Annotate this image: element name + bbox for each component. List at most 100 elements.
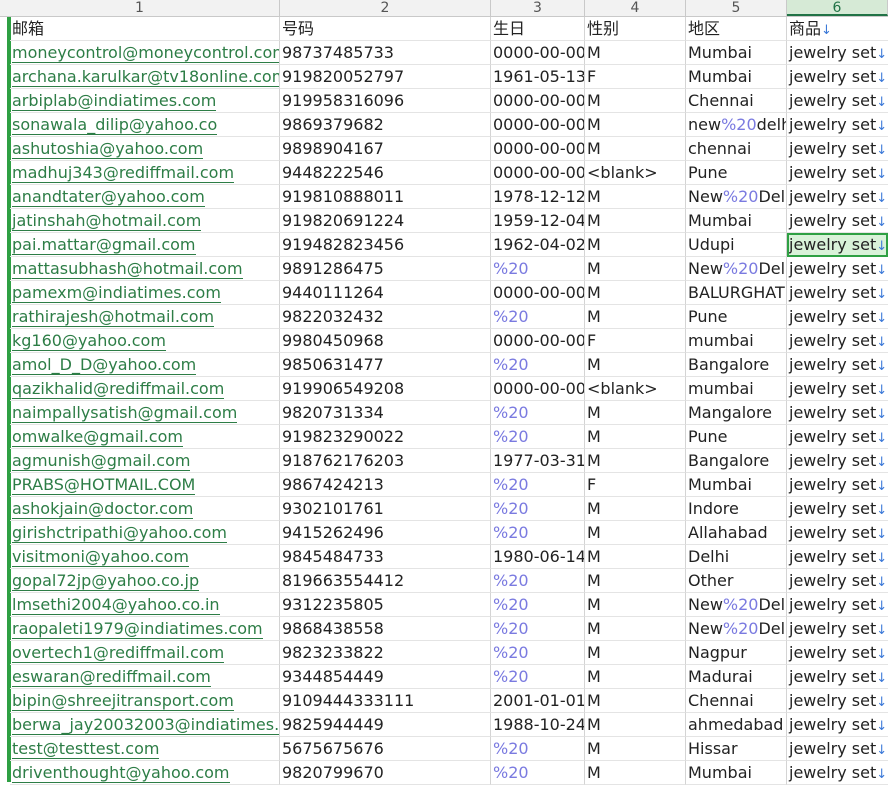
- cell-region[interactable]: Allahabad: [686, 521, 787, 545]
- cell-region[interactable]: New%20Delhi: [686, 257, 787, 281]
- cell-phone[interactable]: 9312235805: [280, 593, 491, 617]
- cell-phone[interactable]: 98737485733: [280, 41, 491, 65]
- cell-birthday[interactable]: %20: [491, 257, 585, 281]
- cell-phone[interactable]: 9898904167: [280, 137, 491, 161]
- email-link[interactable]: berwa_jay20032003@indiatimes.com: [12, 715, 279, 735]
- email-link[interactable]: anandtater@yahoo.com: [12, 187, 205, 207]
- email-link[interactable]: test@testtest.com: [12, 739, 160, 759]
- cell-birthday[interactable]: 0000-00-00: [491, 89, 585, 113]
- email-link[interactable]: kg160@yahoo.com: [12, 331, 166, 351]
- cell-email[interactable]: test@testtest.com: [10, 737, 280, 761]
- email-link[interactable]: pai.mattar@gmail.com: [12, 235, 196, 255]
- cell-gender[interactable]: M: [585, 113, 686, 137]
- cell-email[interactable]: naimpallysatish@gmail.com: [10, 401, 280, 425]
- cell-phone[interactable]: 919810888011: [280, 185, 491, 209]
- cell-email[interactable]: gopal72jp@yahoo.co.jp: [10, 569, 280, 593]
- cell-phone[interactable]: 9867424213: [280, 473, 491, 497]
- filter-arrow-icon[interactable]: ↓: [876, 167, 887, 182]
- cell-region[interactable]: Nagpur: [686, 641, 787, 665]
- filter-arrow-icon[interactable]: ↓: [876, 695, 887, 710]
- cell-gender[interactable]: F: [585, 65, 686, 89]
- cell-birthday[interactable]: 0000-00-00: [491, 137, 585, 161]
- email-link[interactable]: moneycontrol@moneycontrol.com: [12, 43, 279, 63]
- filter-arrow-icon[interactable]: ↓: [876, 359, 887, 374]
- cell-email[interactable]: visitmoni@yahoo.com: [10, 545, 280, 569]
- cell-gender[interactable]: M: [585, 209, 686, 233]
- header-cell-email[interactable]: 邮箱: [10, 17, 280, 41]
- cell-birthday[interactable]: %20: [491, 617, 585, 641]
- cell-product[interactable]: jewelry set↓: [787, 209, 888, 233]
- cell-product[interactable]: jewelry set↓: [787, 473, 888, 497]
- cell-email[interactable]: bipin@shreejitransport.com: [10, 689, 280, 713]
- filter-arrow-icon[interactable]: ↓: [876, 239, 887, 254]
- cell-email[interactable]: raopaleti1979@indiatimes.com: [10, 617, 280, 641]
- cell-region[interactable]: New%20Delhi: [686, 185, 787, 209]
- cell-email[interactable]: arbiplab@indiatimes.com: [10, 89, 280, 113]
- cell-product[interactable]: jewelry set↓: [787, 305, 888, 329]
- cell-birthday[interactable]: 1978-12-12: [491, 185, 585, 209]
- filter-arrow-icon[interactable]: ↓: [876, 575, 887, 590]
- cell-phone[interactable]: 9820731334: [280, 401, 491, 425]
- email-link[interactable]: girishctripathi@yahoo.com: [12, 523, 227, 543]
- cell-product[interactable]: jewelry set↓: [787, 257, 888, 281]
- filter-arrow-icon[interactable]: ↓: [876, 287, 887, 302]
- cell-gender[interactable]: <blank>: [585, 377, 686, 401]
- cell-gender[interactable]: M: [585, 185, 686, 209]
- email-link[interactable]: omwalke@gmail.com: [12, 427, 183, 447]
- cell-product[interactable]: jewelry set↓: [787, 737, 888, 761]
- email-link[interactable]: archana.karulkar@tv18online.com: [12, 67, 279, 87]
- cell-product[interactable]: jewelry set↓: [787, 281, 888, 305]
- cell-product[interactable]: jewelry set↓: [787, 161, 888, 185]
- cell-phone[interactable]: 919906549208: [280, 377, 491, 401]
- email-link[interactable]: driventhought@yahoo.com: [12, 763, 230, 783]
- cell-region[interactable]: Pune: [686, 305, 787, 329]
- cell-email[interactable]: kg160@yahoo.com: [10, 329, 280, 353]
- cell-gender[interactable]: M: [585, 257, 686, 281]
- cell-region[interactable]: Mangalore: [686, 401, 787, 425]
- email-link[interactable]: eswaran@rediffmail.com: [12, 667, 211, 687]
- email-link[interactable]: agmunish@gmail.com: [12, 451, 191, 471]
- cell-phone[interactable]: 9109444333111: [280, 689, 491, 713]
- cell-gender[interactable]: M: [585, 281, 686, 305]
- filter-arrow-icon[interactable]: ↓: [876, 263, 887, 278]
- cell-gender[interactable]: M: [585, 137, 686, 161]
- cell-email[interactable]: sonawala_dilip@yahoo.co: [10, 113, 280, 137]
- filter-arrow-icon[interactable]: ↓: [876, 623, 887, 638]
- cell-product[interactable]: jewelry set↓: [787, 113, 888, 137]
- cell-birthday[interactable]: %20: [491, 569, 585, 593]
- cell-gender[interactable]: F: [585, 473, 686, 497]
- filter-arrow-icon[interactable]: ↓: [876, 215, 887, 230]
- email-link[interactable]: gopal72jp@yahoo.co.jp: [12, 571, 200, 591]
- email-link[interactable]: naimpallysatish@gmail.com: [12, 403, 238, 423]
- cell-phone[interactable]: 9823233822: [280, 641, 491, 665]
- cell-product[interactable]: jewelry set↓: [787, 185, 888, 209]
- cell-gender[interactable]: M: [585, 425, 686, 449]
- cell-gender[interactable]: M: [585, 737, 686, 761]
- cell-phone[interactable]: 9302101761: [280, 497, 491, 521]
- cell-region[interactable]: Mumbai: [686, 761, 787, 785]
- filter-arrow-icon[interactable]: ↓: [876, 671, 887, 686]
- cell-product[interactable]: jewelry set↓: [787, 137, 888, 161]
- cell-email[interactable]: omwalke@gmail.com: [10, 425, 280, 449]
- email-link[interactable]: overtech1@rediffmail.com: [12, 643, 225, 663]
- cell-phone[interactable]: 9822032432: [280, 305, 491, 329]
- cell-email[interactable]: mattasubhash@hotmail.com: [10, 257, 280, 281]
- filter-arrow-icon[interactable]: ↓: [821, 23, 832, 38]
- cell-phone[interactable]: 9415262496: [280, 521, 491, 545]
- cell-product[interactable]: jewelry set↓: [787, 377, 888, 401]
- filter-arrow-icon[interactable]: ↓: [876, 191, 887, 206]
- cell-gender[interactable]: M: [585, 593, 686, 617]
- email-link[interactable]: visitmoni@yahoo.com: [12, 547, 189, 567]
- cell-birthday[interactable]: 1959-12-04: [491, 209, 585, 233]
- cell-product[interactable]: jewelry set↓: [787, 617, 888, 641]
- cell-email[interactable]: pamexm@indiatimes.com: [10, 281, 280, 305]
- cell-birthday[interactable]: %20: [491, 353, 585, 377]
- cell-gender[interactable]: M: [585, 713, 686, 737]
- column-header-6[interactable]: 6: [787, 0, 888, 16]
- filter-arrow-icon[interactable]: ↓: [876, 647, 887, 662]
- cell-region[interactable]: Delhi: [686, 545, 787, 569]
- cell-region[interactable]: Chennai: [686, 89, 787, 113]
- cell-birthday[interactable]: 0000-00-00: [491, 329, 585, 353]
- cell-birthday[interactable]: 1980-06-14: [491, 545, 585, 569]
- cell-product[interactable]: jewelry set↓: [787, 233, 888, 257]
